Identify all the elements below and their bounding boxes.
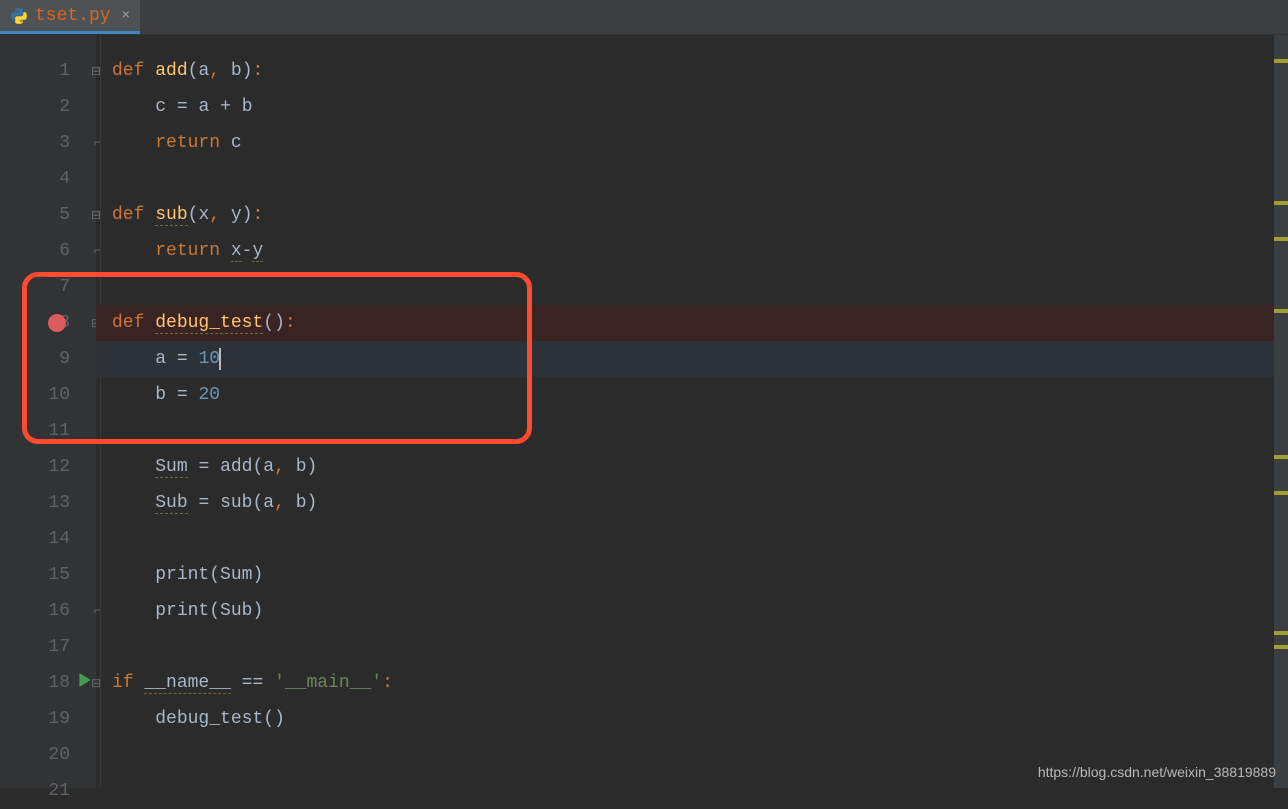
marker-icon[interactable]: [1274, 455, 1288, 459]
code-line-1[interactable]: def add(a, b):: [96, 53, 1288, 89]
lineno-6[interactable]: 6: [40, 241, 70, 261]
lineno-19[interactable]: 19: [40, 709, 70, 729]
lineno-9[interactable]: 9: [40, 349, 70, 369]
marker-icon[interactable]: [1274, 237, 1288, 241]
lineno-10[interactable]: 10: [40, 385, 70, 405]
editor-area: 1⊟ 2 3⌐ 4 5⊟ 6⌐ 7 8⊟ 9 10 11 12 13 14 15…: [0, 35, 1288, 788]
code-line-3[interactable]: return c: [96, 125, 1288, 161]
lineno-7[interactable]: 7: [40, 277, 70, 297]
tab-filename: tset.py: [35, 6, 111, 26]
code-line-13[interactable]: Sub = sub(a, b): [96, 485, 1288, 521]
code-line-19[interactable]: debug_test(): [96, 701, 1288, 737]
tab-tset-py[interactable]: tset.py ×: [0, 0, 140, 34]
tab-bar: tset.py ×: [0, 0, 1288, 35]
marker-icon[interactable]: [1274, 631, 1288, 635]
lineno-1[interactable]: 1: [40, 61, 70, 81]
lineno-5[interactable]: 5: [40, 205, 70, 225]
lineno-2[interactable]: 2: [40, 97, 70, 117]
marker-icon[interactable]: [1274, 201, 1288, 205]
code-line-14[interactable]: [96, 521, 1288, 557]
close-icon[interactable]: ×: [122, 8, 130, 24]
code-line-4[interactable]: [96, 161, 1288, 197]
run-icon[interactable]: [78, 673, 92, 693]
marker-icon[interactable]: [1274, 309, 1288, 313]
code-line-12[interactable]: Sum = add(a, b): [96, 449, 1288, 485]
python-file-icon: [10, 7, 28, 25]
code-area[interactable]: def add(a, b): c = a + b return c def su…: [96, 35, 1288, 788]
lineno-4[interactable]: 4: [40, 169, 70, 189]
code-line-8[interactable]: def debug_test():: [96, 305, 1288, 341]
lineno-16[interactable]: 16: [40, 601, 70, 621]
code-line-5[interactable]: def sub(x, y):: [96, 197, 1288, 233]
code-line-17[interactable]: [96, 629, 1288, 665]
breakpoint-icon[interactable]: [48, 314, 66, 332]
code-line-11[interactable]: [96, 413, 1288, 449]
lineno-21[interactable]: 21: [40, 781, 70, 801]
gutter[interactable]: 1⊟ 2 3⌐ 4 5⊟ 6⌐ 7 8⊟ 9 10 11 12 13 14 15…: [0, 35, 96, 788]
lineno-3[interactable]: 3: [40, 133, 70, 153]
code-line-16[interactable]: print(Sub): [96, 593, 1288, 629]
lineno-12[interactable]: 12: [40, 457, 70, 477]
lineno-13[interactable]: 13: [40, 493, 70, 513]
scrollbar[interactable]: [1274, 35, 1288, 788]
lineno-15[interactable]: 15: [40, 565, 70, 585]
watermark-text: https://blog.csdn.net/weixin_38819889: [1038, 764, 1276, 780]
code-line-18[interactable]: if __name__ == '__main__':: [96, 665, 1288, 701]
marker-icon[interactable]: [1274, 59, 1288, 63]
code-line-2[interactable]: c = a + b: [96, 89, 1288, 125]
marker-icon[interactable]: [1274, 491, 1288, 495]
text-caret: [219, 348, 221, 370]
code-line-15[interactable]: print(Sum): [96, 557, 1288, 593]
code-line-7[interactable]: [96, 269, 1288, 305]
lineno-17[interactable]: 17: [40, 637, 70, 657]
lineno-11[interactable]: 11: [40, 421, 70, 441]
lineno-20[interactable]: 20: [40, 745, 70, 765]
code-line-9[interactable]: a = 10: [96, 341, 1288, 377]
code-line-6[interactable]: return x-y: [96, 233, 1288, 269]
code-line-10[interactable]: b = 20: [96, 377, 1288, 413]
lineno-18[interactable]: 18: [40, 673, 70, 693]
marker-icon[interactable]: [1274, 645, 1288, 649]
lineno-14[interactable]: 14: [40, 529, 70, 549]
